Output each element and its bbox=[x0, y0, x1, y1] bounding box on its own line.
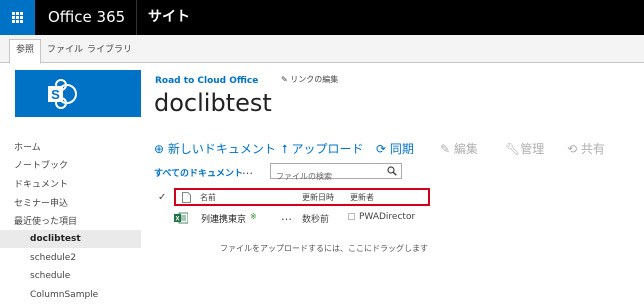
nav-item-schedule[interactable]: schedule bbox=[30, 271, 70, 281]
edit-label: 編集 bbox=[453, 142, 478, 156]
tab-library[interactable]: ライブラリ bbox=[81, 40, 138, 63]
manage-label: 管理 bbox=[520, 142, 545, 156]
nav-item-columnsample[interactable]: ColumnSample bbox=[30, 290, 98, 300]
column-header-row: 名前 更新日時 更新者 bbox=[174, 188, 430, 206]
file-more-button[interactable]: … bbox=[281, 210, 292, 223]
view-all-documents[interactable]: すべてのドキュメント bbox=[154, 166, 243, 179]
manage-button[interactable]: 🔧︎管理 bbox=[505, 140, 544, 157]
app-launcher-icon[interactable] bbox=[0, 0, 35, 35]
upload-button[interactable]: ⭡ アップロード bbox=[282, 140, 363, 157]
search-input[interactable] bbox=[271, 169, 381, 184]
file-modified: 数秒前 bbox=[302, 215, 330, 225]
share-label: 共有 bbox=[580, 142, 605, 156]
suite-bar: Office 365 サイト bbox=[0, 0, 644, 35]
column-modified[interactable]: 更新日時 bbox=[302, 192, 334, 203]
new-document-button[interactable]: ⊕ 新しいドキュメント bbox=[154, 140, 276, 157]
column-name[interactable]: 名前 bbox=[200, 192, 216, 203]
breadcrumb[interactable]: Road to Cloud Office bbox=[155, 76, 258, 86]
view-more-button[interactable]: … bbox=[242, 164, 253, 177]
nav-item-home[interactable]: ホーム bbox=[14, 140, 41, 153]
nav-item-recent[interactable]: 最近使った項目 bbox=[14, 214, 77, 227]
share-button[interactable]: ⟲ 共有 bbox=[567, 140, 605, 157]
column-modified-by[interactable]: 更新者 bbox=[350, 192, 374, 203]
nav-item-seminar[interactable]: セミナー申込 bbox=[14, 196, 68, 209]
file-modified-by[interactable]: PWADirector bbox=[359, 212, 415, 222]
sharepoint-logo-icon: S bbox=[48, 79, 77, 109]
edit-links-button[interactable]: ✎ リンクの編集 bbox=[281, 74, 338, 85]
sync-icon: ⟳ bbox=[376, 142, 387, 156]
svg-text:X: X bbox=[175, 217, 179, 223]
site-logo[interactable]: S bbox=[15, 70, 141, 117]
nav-item-documents[interactable]: ドキュメント bbox=[14, 177, 68, 190]
pencil-icon: ✎ bbox=[440, 142, 451, 156]
sync-label: 同期 bbox=[389, 142, 414, 156]
pencil-icon: ✎ bbox=[281, 75, 291, 84]
excel-file-icon: X bbox=[174, 212, 188, 224]
nav-item-doclibtest[interactable]: doclibtest bbox=[0, 230, 141, 248]
suite-site-label[interactable]: サイト bbox=[148, 0, 190, 35]
file-name-link[interactable]: 列連携東京 bbox=[201, 212, 246, 225]
tab-browse[interactable]: 参照 bbox=[9, 39, 42, 64]
upload-arrow-icon: ⭡ bbox=[282, 142, 288, 156]
wrench-icon: 🔧︎ bbox=[505, 142, 521, 156]
new-document-label: 新しいドキュメント bbox=[167, 142, 276, 156]
drag-upload-hint: ファイルをアップロードするには、ここにドラッグします bbox=[220, 244, 428, 253]
share-icon: ⟲ bbox=[567, 142, 578, 156]
nav-item-schedule2[interactable]: schedule2 bbox=[30, 253, 76, 263]
svg-text:S: S bbox=[51, 87, 60, 102]
nav-item-notebook[interactable]: ノートブック bbox=[14, 158, 68, 171]
document-type-icon bbox=[182, 192, 191, 203]
select-all-checkmark[interactable]: ✓ bbox=[158, 192, 166, 203]
new-item-icon: ※ bbox=[250, 212, 257, 221]
search-icon[interactable] bbox=[387, 166, 397, 176]
page-title: doclibtest bbox=[154, 89, 272, 117]
plus-circle-icon: ⊕ bbox=[154, 142, 165, 156]
presence-indicator bbox=[348, 213, 355, 220]
suite-divider bbox=[136, 0, 137, 35]
ribbon-tabs: 参照 ファイル ライブラリ bbox=[0, 35, 644, 64]
suite-title[interactable]: Office 365 bbox=[48, 0, 125, 35]
edit-links-label: リンクの編集 bbox=[290, 75, 339, 84]
upload-label: アップロード bbox=[291, 142, 364, 156]
search-box bbox=[270, 163, 402, 184]
sync-button[interactable]: ⟳ 同期 bbox=[376, 140, 414, 157]
edit-button[interactable]: ✎ 編集 bbox=[440, 140, 478, 157]
